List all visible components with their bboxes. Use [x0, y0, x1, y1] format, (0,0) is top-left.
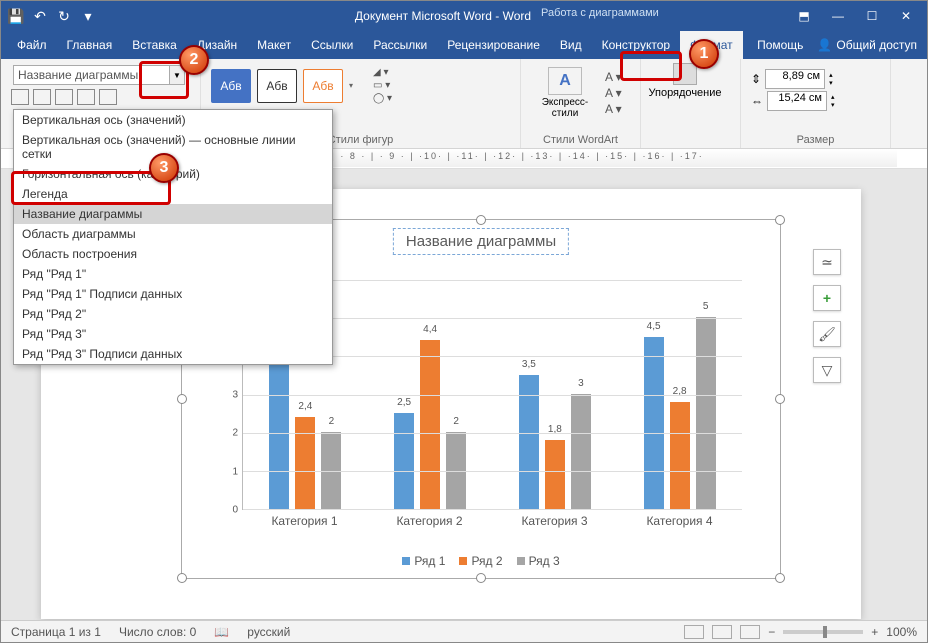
dropdown-item[interactable]: Легенда [14, 184, 332, 204]
close-icon[interactable]: ✕ [891, 6, 921, 26]
chart-element-dropdown[interactable]: Вертикальная ось (значений)Вертикальная … [13, 109, 333, 365]
tab-view[interactable]: Вид [550, 31, 592, 59]
chart-filters-button[interactable]: ▽ [813, 357, 841, 383]
qat-dropdown-icon[interactable]: ▾ [79, 7, 97, 25]
callout-2: 2 [179, 45, 209, 75]
height-input[interactable]: 8,89 см [765, 69, 825, 89]
status-language[interactable]: русский [247, 625, 290, 639]
dropdown-item[interactable]: Область построения [14, 244, 332, 264]
insert-shapes-gallery[interactable] [11, 89, 190, 105]
maximize-icon[interactable]: ☐ [857, 6, 887, 26]
wordart-quick-styles[interactable]: A Экспресс- стили [531, 67, 599, 119]
text-fill-button[interactable]: A ▾ [605, 70, 622, 84]
chart-title[interactable]: Название диаграммы [393, 228, 569, 255]
tab-help[interactable]: Помощь [751, 38, 809, 52]
zoom-slider[interactable] [783, 630, 863, 634]
dropdown-item[interactable]: Ряд "Ряд 1" Подписи данных [14, 284, 332, 304]
minimize-icon[interactable]: — [823, 6, 853, 26]
ribbon-options-icon[interactable]: ⬒ [789, 6, 819, 26]
dropdown-item[interactable]: Ряд "Ряд 1" [14, 264, 332, 284]
dropdown-item[interactable]: Ряд "Ряд 3" [14, 324, 332, 344]
chart-add-element-button[interactable]: + [813, 285, 841, 311]
dropdown-item[interactable]: Область диаграммы [14, 224, 332, 244]
dropdown-item[interactable]: Вертикальная ось (значений) [14, 110, 332, 130]
context-tab-title: Работа с диаграммами [541, 7, 659, 19]
tab-insert[interactable]: Вставка [122, 31, 187, 59]
dropdown-item[interactable]: Ряд "Ряд 3" Подписи данных [14, 344, 332, 364]
group-label-size: Размер [751, 134, 880, 146]
zoom-out-button[interactable]: − [768, 625, 775, 639]
shape-effects-button[interactable]: ◯ ▾ [373, 93, 392, 104]
shape-style-1[interactable]: Абв [211, 69, 251, 103]
callout-3: 3 [149, 153, 179, 183]
view-read-mode[interactable] [684, 625, 704, 639]
callout-1: 1 [689, 39, 719, 69]
chart-legend[interactable]: Ряд 1Ряд 2Ряд 3 [182, 554, 780, 568]
tab-home[interactable]: Главная [57, 31, 123, 59]
share-button[interactable]: 👤 Общий доступ [817, 38, 917, 52]
share-icon: 👤 [817, 38, 832, 52]
title-bar: 💾 ↶ ↻ ▾ Документ Microsoft Word - Word ⬒… [1, 1, 927, 31]
shape-style-3[interactable]: Абв [303, 69, 343, 103]
tab-chart-design[interactable]: Конструктор [592, 31, 680, 59]
tab-references[interactable]: Ссылки [301, 31, 363, 59]
shape-fill-button[interactable]: ◢ ▾ [373, 67, 392, 78]
zoom-in-button[interactable]: + [871, 625, 878, 639]
redo-icon[interactable]: ↻ [55, 7, 73, 25]
status-bar: Страница 1 из 1 Число слов: 0 📖 русский … [1, 620, 927, 642]
height-icon: ⇕ [751, 72, 761, 86]
view-print-layout[interactable] [712, 625, 732, 639]
chart-elements-button[interactable]: ≃ [813, 249, 841, 275]
width-input[interactable]: 15,24 см [767, 91, 827, 111]
chart-element-selector[interactable]: Название диаграммы [13, 65, 171, 85]
text-effects-button[interactable]: A ▾ [605, 102, 622, 116]
status-page[interactable]: Страница 1 из 1 [11, 625, 101, 639]
tab-layout[interactable]: Макет [247, 31, 301, 59]
save-icon[interactable]: 💾 [7, 7, 25, 25]
view-web-layout[interactable] [740, 625, 760, 639]
shape-styles-more-icon[interactable]: ▾ [349, 81, 363, 90]
zoom-level[interactable]: 100% [886, 625, 917, 639]
share-label: Общий доступ [836, 38, 917, 52]
shape-style-2[interactable]: Абв [257, 69, 297, 103]
width-icon: ⇔ [751, 94, 763, 108]
tab-review[interactable]: Рецензирование [437, 31, 550, 59]
ribbon-tabs: Файл Главная Вставка Дизайн Макет Ссылки… [1, 31, 927, 59]
window-title: Документ Microsoft Word - Word [97, 9, 789, 23]
text-outline-button[interactable]: A ▾ [605, 86, 622, 100]
shape-outline-button[interactable]: ▭ ▾ [373, 80, 392, 91]
status-proofing-icon[interactable]: 📖 [214, 625, 229, 639]
tab-file[interactable]: Файл [7, 31, 57, 59]
group-label-wordart: Стили WordArt [531, 134, 630, 146]
arrange-button[interactable]: Упорядочение [651, 63, 719, 99]
tab-mailings[interactable]: Рассылки [363, 31, 437, 59]
status-words[interactable]: Число слов: 0 [119, 625, 196, 639]
dropdown-item[interactable]: Ряд "Ряд 2" [14, 304, 332, 324]
dropdown-item[interactable]: Название диаграммы [14, 204, 332, 224]
chart-styles-button[interactable]: 🖌 [813, 321, 841, 347]
undo-icon[interactable]: ↶ [31, 7, 49, 25]
